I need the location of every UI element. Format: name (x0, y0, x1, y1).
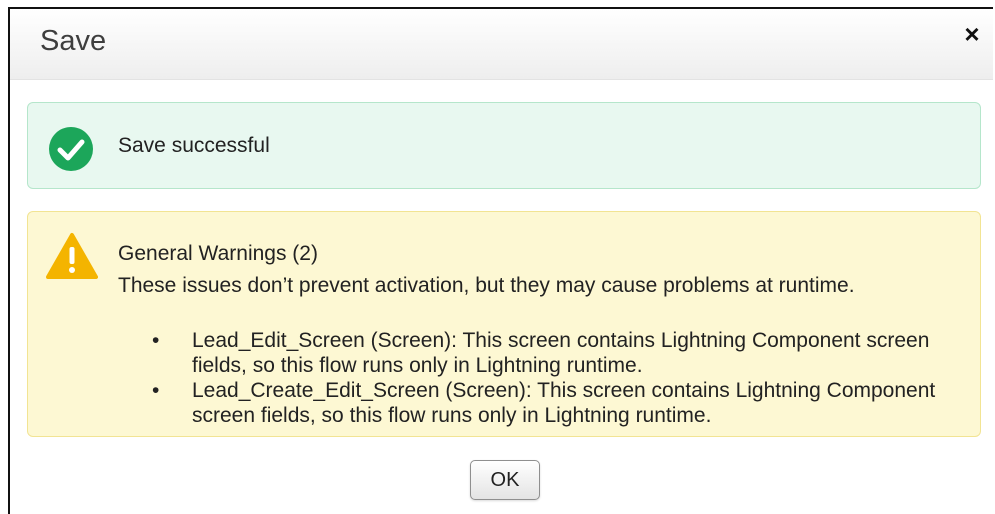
warning-item-text: Lead_Edit_Screen (Screen): This screen c… (192, 329, 930, 377)
success-message-box: Save successful (27, 102, 981, 189)
success-message: Save successful (118, 134, 270, 157)
warning-triangle-icon (46, 233, 98, 279)
warnings-box: General Warnings (2) These issues don’t … (27, 211, 981, 437)
warnings-description: These issues don’t prevent activation, b… (118, 274, 855, 297)
warning-item-text: Lead_Create_Edit_Screen (Screen): This s… (192, 379, 936, 427)
save-dialog: Save × Save successful General Warnings … (8, 7, 993, 514)
list-item: • Lead_Create_Edit_Screen (Screen): This… (150, 378, 970, 428)
check-circle-icon (49, 127, 93, 171)
warnings-heading: General Warnings (2) (118, 242, 318, 265)
bullet-icon: • (152, 379, 160, 402)
ok-button[interactable]: OK (470, 460, 540, 500)
list-item: • Lead_Edit_Screen (Screen): This screen… (150, 328, 970, 378)
warnings-list: • Lead_Edit_Screen (Screen): This screen… (150, 328, 970, 428)
close-icon[interactable]: × (959, 21, 985, 47)
bullet-icon: • (152, 329, 160, 352)
dialog-header: Save × (10, 9, 993, 80)
dialog-title: Save (40, 25, 107, 57)
